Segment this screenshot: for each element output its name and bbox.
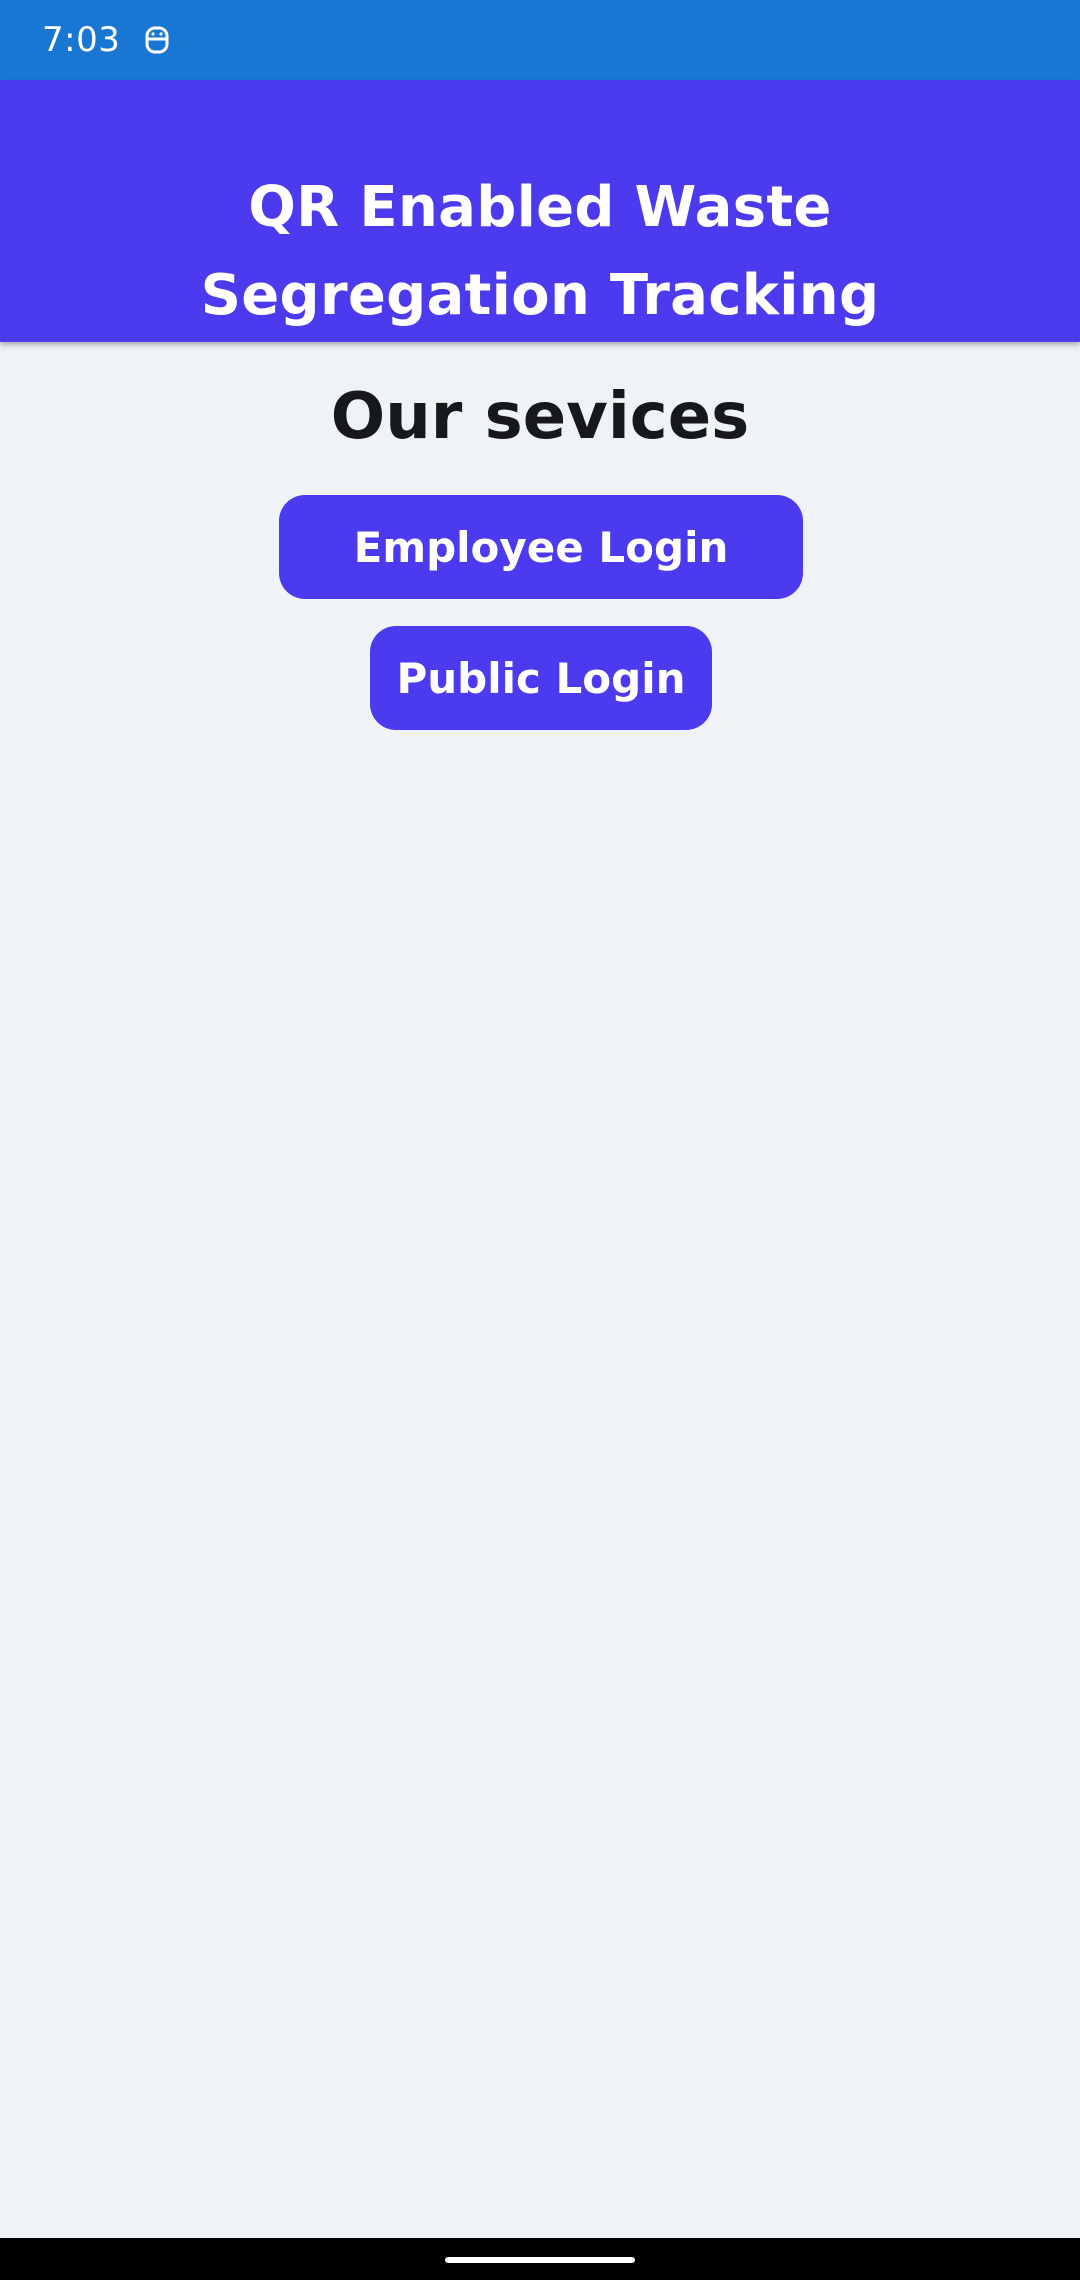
app-header: QR Enabled Waste Segregation Tracking xyxy=(0,80,1080,342)
status-time: 7:03 xyxy=(42,20,121,60)
public-login-button[interactable]: Public Login xyxy=(370,626,712,730)
app-title: QR Enabled Waste Segregation Tracking xyxy=(200,175,880,328)
status-bar: 7:03 xyxy=(0,0,1080,80)
employee-login-button[interactable]: Employee Login xyxy=(279,495,803,599)
services-heading: Our sevices xyxy=(330,380,750,454)
accessibility-face-icon xyxy=(142,23,172,57)
navigation-bar xyxy=(0,2238,1080,2280)
gesture-nav-handle[interactable] xyxy=(445,2257,635,2263)
